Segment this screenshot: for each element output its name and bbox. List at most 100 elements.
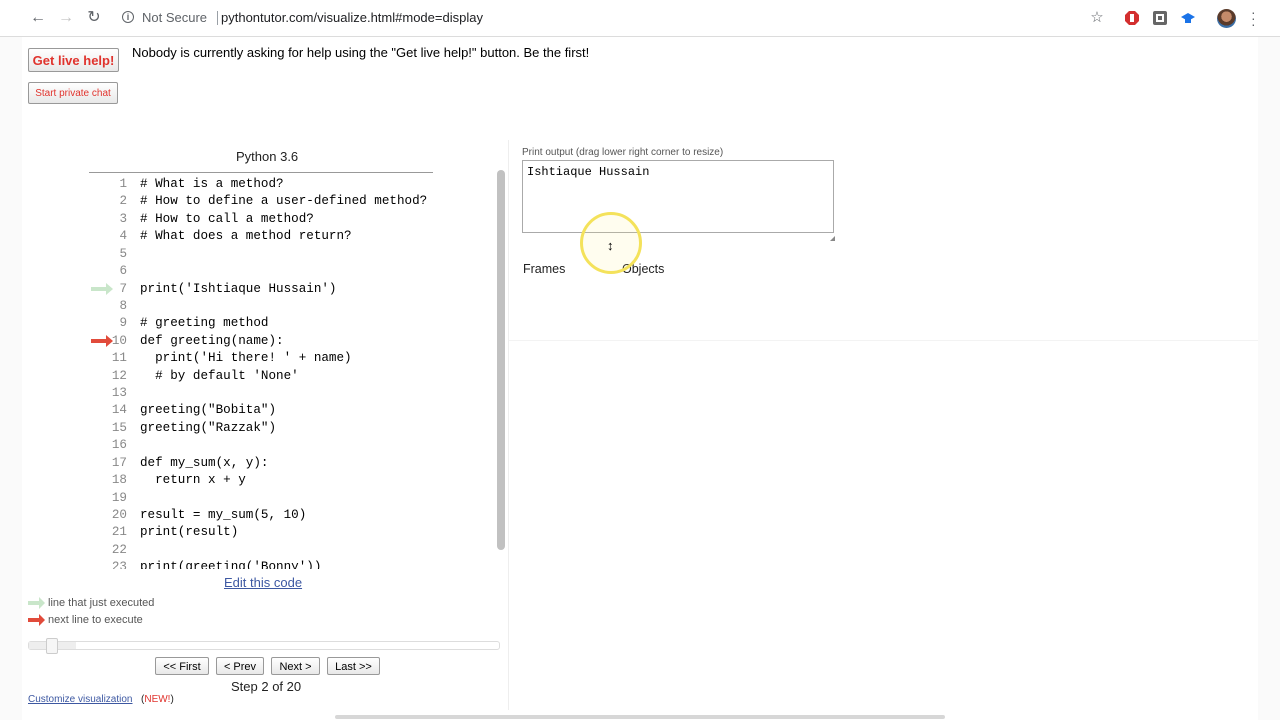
line-number: 19 [111,490,127,505]
code-line: 17 def my_sum(x, y): [89,455,433,472]
edit-code-link[interactable]: Edit this code [224,575,302,590]
code-line: 11 print('Hi there! ' + name) [89,350,433,367]
green-arrow-icon [28,597,45,609]
code-line: 14 greeting("Bobita") [89,402,433,419]
start-private-chat-button[interactable]: Start private chat [28,82,118,104]
new-badge: (NEW!) [141,694,174,705]
frames-header: Frames [523,262,566,276]
customize-visualization-link[interactable]: Customize visualization [28,694,133,705]
graduation-cap-icon[interactable] [1180,10,1196,26]
line-number: 13 [111,386,127,401]
menu-dots-icon[interactable]: · · · [1251,5,1256,31]
address-bar[interactable]: i Not Secure pythontutor.com/visualize.h… [112,5,1112,31]
line-text: result = my_sum(5, 10) [140,507,307,522]
line-number: 16 [111,438,127,453]
code-line: 4 # What does a method return? [89,228,433,245]
address-divider [217,11,218,25]
line-text: # What is a method? [140,177,284,191]
legend-next-line: next line to execute [48,614,143,626]
line-number: 5 [119,246,127,261]
code-line: 2 # How to define a user-defined method? [89,193,433,210]
panel-divider [508,140,509,710]
step-status: Step 2 of 20 [231,679,302,694]
bookmark-star-icon[interactable]: ☆ [1087,8,1107,28]
code-line: 16 [89,437,433,454]
get-live-help-button[interactable]: Get live help! [28,48,119,72]
line-number: 14 [111,403,127,418]
left-gutter [0,37,22,720]
last-button[interactable]: Last >> [327,657,380,675]
code-line: 10 def greeting(name): [89,333,433,350]
line-text: # What does a method return? [140,229,352,244]
line-text: # How to call a method? [140,211,314,226]
line-number: 20 [111,507,127,522]
line-text: print('Ishtiaque Hussain') [140,281,337,296]
line-number: 9 [119,316,127,331]
security-status: Not Secure [142,10,208,25]
line-number: 11 [111,351,127,366]
step-slider[interactable] [28,641,500,650]
code-scrollbar[interactable] [497,170,505,550]
line-number: 15 [111,420,127,435]
url-text[interactable]: pythontutor.com/visualize.html#mode=disp… [221,5,483,31]
separator-line [509,340,1258,341]
code-line: 19 [89,490,433,507]
forward-icon[interactable]: → [56,8,76,28]
line-text: print('Hi there! ' + name) [140,351,352,366]
line-number: 8 [119,298,127,313]
new-badge-close: ) [170,694,174,705]
line-text: print(result) [140,525,239,540]
code-line: 12 # by default 'None' [89,368,433,385]
horizontal-scrollbar[interactable] [335,715,945,719]
code-line: 21 print(result) [89,524,433,541]
line-number: 1 [119,177,127,191]
code-line: 18 return x + y [89,472,433,489]
line-text: # How to define a user-defined method? [140,194,428,209]
resize-cursor-icon: ↕ [607,238,614,253]
code-line: 3 # How to call a method? [89,211,433,228]
language-label: Python 3.6 [236,149,299,164]
print-output-label: Print output (drag lower right corner to… [522,147,724,158]
line-number: 12 [111,368,127,383]
browser-toolbar: ← → ↻ i Not Secure pythontutor.com/visua… [0,0,1280,37]
code-line: 22 [89,542,433,559]
resize-handle-icon[interactable] [830,236,835,241]
code-display: 1 # What is a method? 2 # How to define a u… [89,172,433,569]
line-text: # greeting method [140,316,269,331]
extension-icon[interactable] [1152,10,1168,26]
back-icon[interactable]: ← [28,8,48,28]
line-number: 4 [119,229,127,244]
line-number: 21 [111,525,127,540]
code-line: 15 greeting("Razzak") [89,420,433,437]
prev-button[interactable]: < Prev [216,657,264,675]
print-output-box[interactable]: Ishtiaque Hussain [522,160,834,233]
line-number: 2 [119,194,127,209]
reload-icon[interactable]: ↻ [84,8,104,28]
new-badge-text: NEW! [144,694,171,705]
line-text: greeting("Razzak") [140,420,277,435]
next-button[interactable]: Next > [271,657,320,675]
step-slider-handle[interactable] [46,638,58,654]
help-message: Nobody is currently asking for help usin… [132,45,590,60]
line-text: print(greeting('Bonny')) [140,560,322,569]
code-line: 23 print(greeting('Bonny')) [89,559,433,569]
code-line: 5 [89,246,433,263]
line-text: def greeting(name): [140,333,284,348]
line-number: 23 [111,560,127,569]
first-button[interactable]: << First [155,657,209,675]
line-number: 3 [119,211,127,226]
line-number: 7 [119,281,127,296]
line-text: # by default 'None' [140,368,299,383]
code-line: 13 [89,385,433,402]
line-text: return x + y [140,473,246,488]
red-arrow-icon [28,614,45,626]
adblock-extension-icon[interactable] [1124,10,1140,26]
code-line: 6 [89,263,433,280]
line-text: def my_sum(x, y): [140,455,269,470]
code-line: 8 [89,298,433,315]
line-number: 17 [111,455,127,470]
info-icon[interactable]: i [122,11,134,23]
line-number: 22 [111,542,127,557]
avatar[interactable] [1217,9,1236,28]
line-number: 6 [119,264,127,279]
